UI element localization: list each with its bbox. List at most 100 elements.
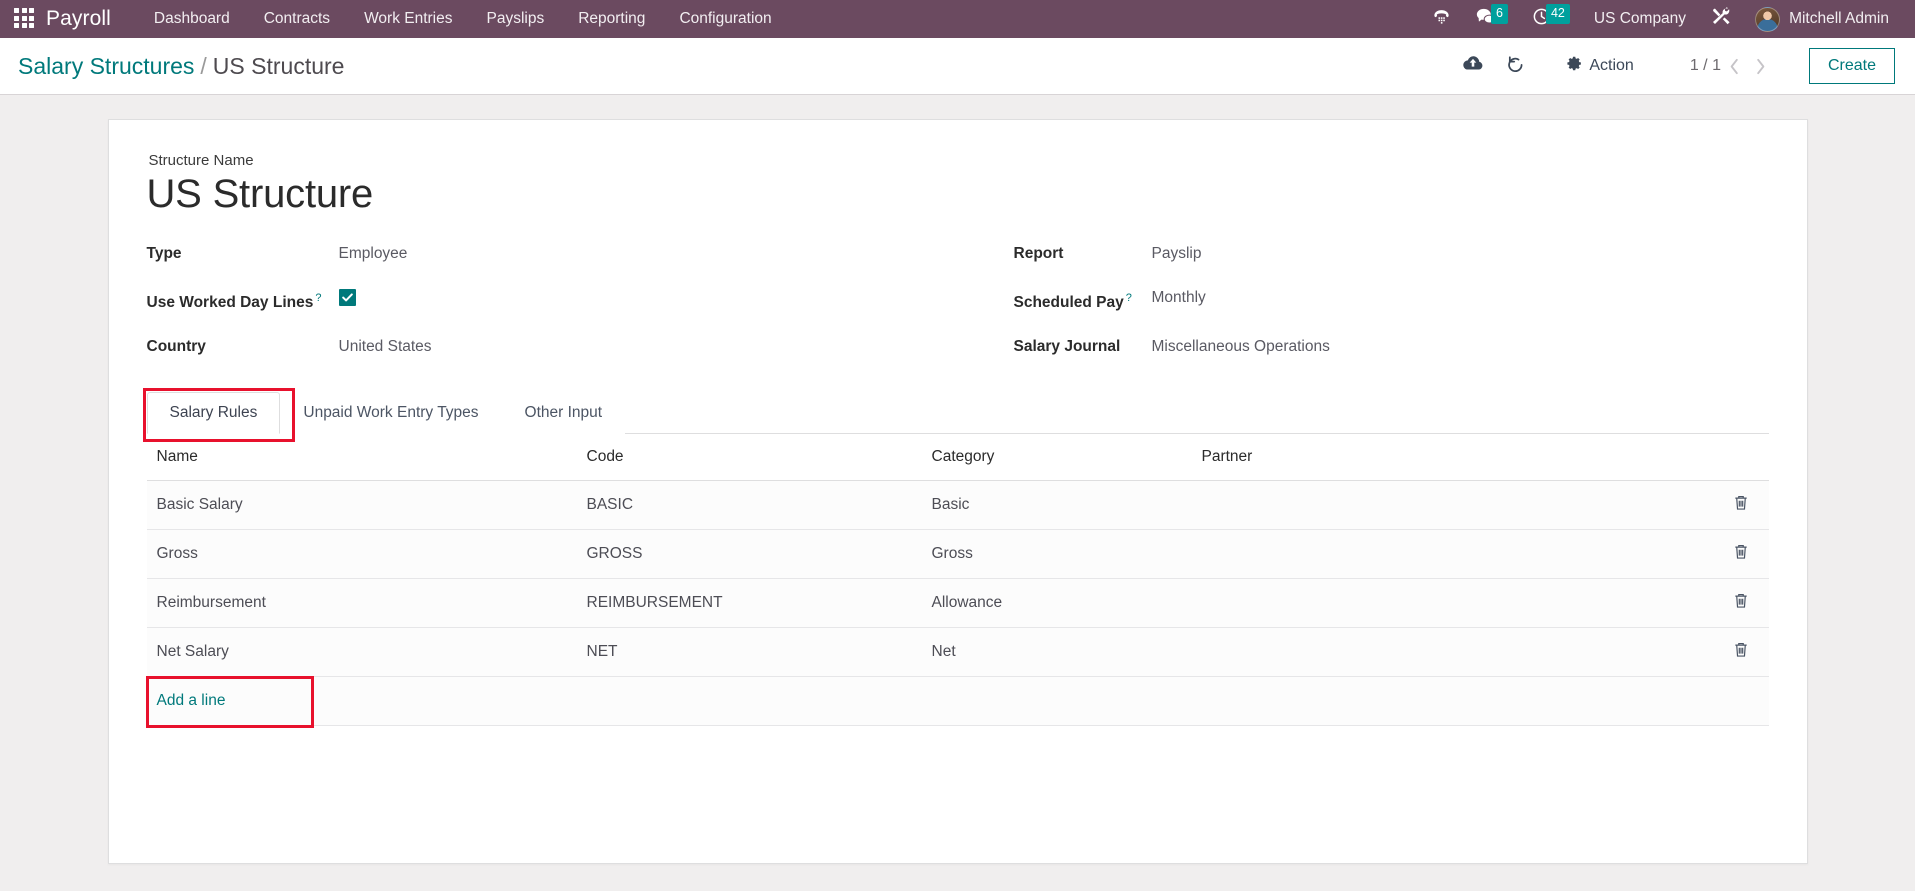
column-header-partner[interactable]: Partner: [1191, 434, 1717, 482]
cell-name[interactable]: Gross: [146, 529, 577, 580]
cell-code[interactable]: NET: [576, 627, 922, 678]
messages-button[interactable]: 6: [1463, 0, 1520, 38]
notebook: Salary Rules Unpaid Work Entry Types Oth…: [142, 388, 1769, 813]
breadcrumb-current: US Structure: [212, 52, 345, 79]
action-menu-label: Action: [1589, 57, 1634, 74]
user-menu[interactable]: Mitchell Admin: [1743, 0, 1901, 38]
field-value-country[interactable]: United States: [339, 336, 432, 358]
structure-name-label: Structure Name: [148, 152, 254, 169]
cell-partner[interactable]: [1191, 578, 1717, 629]
tab-unpaid-work-entry-types[interactable]: Unpaid Work Entry Types: [280, 392, 502, 435]
table-row[interactable]: Net Salary NET Net: [146, 627, 1769, 678]
chevron-right-icon[interactable]: [1748, 51, 1775, 81]
developer-tools-button[interactable]: [1698, 0, 1743, 38]
tab-other-input[interactable]: Other Input: [501, 392, 626, 435]
chevron-left-icon[interactable]: [1721, 51, 1748, 81]
table-row[interactable]: Basic Salary BASIC Basic: [146, 480, 1769, 531]
voip-dialpad-button[interactable]: [1420, 0, 1463, 38]
field-label-report: Report: [1013, 245, 1064, 262]
add-line-row: Add a line: [145, 676, 1769, 729]
trash-icon[interactable]: [1733, 494, 1749, 516]
phone-dialpad-icon: [1432, 7, 1451, 31]
field-label-type: Type: [146, 245, 182, 262]
field-value-type[interactable]: Employee: [339, 243, 408, 265]
cell-category[interactable]: Basic: [921, 480, 1192, 531]
menu-item-reporting[interactable]: Reporting: [561, 0, 662, 38]
menu-item-contracts[interactable]: Contracts: [247, 0, 347, 38]
cell-category[interactable]: Net: [921, 627, 1192, 678]
structure-name-value[interactable]: US Structure: [147, 171, 1769, 217]
field-label-scheduled-pay: Scheduled Pay?: [1014, 287, 1152, 314]
add-line-cell: Add a line: [145, 676, 1769, 729]
activities-count-badge: 42: [1545, 4, 1570, 24]
column-header-name[interactable]: Name: [146, 434, 577, 482]
trash-icon[interactable]: [1733, 592, 1749, 614]
cell-name[interactable]: Basic Salary: [146, 480, 577, 531]
menu-item-payslips[interactable]: Payslips: [470, 0, 562, 38]
pager: 1 / 1: [1690, 51, 1775, 81]
field-value-salary-journal[interactable]: Miscellaneous Operations: [1152, 336, 1330, 358]
salary-rules-table: Name Code Category Partner Basic Salary …: [145, 434, 1769, 729]
form-right-column: Report Payslip Scheduled Pay? Monthly Sa…: [958, 243, 1769, 380]
pager-count: 1 / 1: [1689, 57, 1721, 74]
menu-item-configuration[interactable]: Configuration: [662, 0, 788, 38]
cell-delete: [1716, 529, 1769, 580]
tab-salary-rules[interactable]: Salary Rules: [146, 392, 281, 435]
trash-icon[interactable]: [1733, 641, 1749, 663]
table-row[interactable]: Reimbursement REIMBURSEMENT Allowance: [146, 578, 1769, 629]
form-left-column: Type Employee Use Worked Day Lines? Coun…: [147, 243, 958, 380]
cell-code[interactable]: BASIC: [576, 480, 922, 531]
cell-delete: [1716, 480, 1769, 531]
field-label-salary-journal: Salary Journal: [1013, 338, 1121, 356]
cell-partner[interactable]: [1191, 529, 1717, 580]
cell-delete: [1716, 627, 1769, 678]
cell-partner[interactable]: [1191, 480, 1717, 531]
app-brand-payroll[interactable]: Payroll: [46, 7, 111, 31]
discard-changes-button[interactable]: [1494, 47, 1536, 85]
company-switcher[interactable]: US Company: [1582, 0, 1698, 38]
menu-item-dashboard[interactable]: Dashboard: [137, 0, 247, 38]
control-panel: Salary Structures / US Structure Action …: [0, 38, 1915, 95]
cell-delete: [1716, 578, 1769, 629]
field-row-report: Report Payslip: [1014, 243, 1769, 265]
current-user-label: Mitchell Admin: [1789, 10, 1889, 27]
create-button[interactable]: Create: [1808, 48, 1895, 84]
menu-item-work-entries[interactable]: Work Entries: [347, 0, 469, 38]
column-header-code[interactable]: Code: [576, 434, 922, 482]
save-record-button[interactable]: [1452, 47, 1494, 85]
notebook-tabs: Salary Rules Unpaid Work Entry Types Oth…: [142, 388, 1769, 443]
activities-button[interactable]: 42: [1520, 0, 1582, 38]
apps-grid-icon[interactable]: [14, 8, 36, 30]
trash-icon[interactable]: [1733, 543, 1749, 565]
form-view-background: Structure Name US Structure Type Employe…: [0, 95, 1915, 891]
use-worked-day-lines-checkbox[interactable]: [338, 289, 356, 306]
current-company-label: US Company: [1593, 10, 1687, 27]
cell-name[interactable]: Reimbursement: [146, 578, 577, 629]
avatar: [1755, 6, 1781, 32]
cell-name[interactable]: Net Salary: [146, 627, 577, 678]
field-value-report[interactable]: Payslip: [1152, 243, 1202, 265]
cell-category[interactable]: Allowance: [921, 578, 1192, 629]
action-menu-button[interactable]: Action: [1554, 55, 1645, 77]
breadcrumb-parent-link[interactable]: Salary Structures: [18, 53, 194, 79]
cell-code[interactable]: GROSS: [576, 529, 922, 580]
cell-category[interactable]: Gross: [921, 529, 1192, 580]
field-row-type: Type Employee: [147, 243, 958, 265]
field-label-text: Use Worked Day Lines: [146, 294, 314, 312]
help-tooltip-icon[interactable]: ?: [1126, 292, 1132, 304]
field-value-scheduled-pay[interactable]: Monthly: [1152, 287, 1206, 309]
column-header-category[interactable]: Category: [921, 434, 1192, 482]
add-a-line-button[interactable]: Add a line: [147, 677, 236, 725]
main-menu: Dashboard Contracts Work Entries Payslip…: [137, 0, 789, 38]
table-head: Name Code Category Partner: [146, 434, 1769, 482]
control-panel-actions: Action 1 / 1 Create: [1452, 47, 1895, 85]
cell-code[interactable]: REIMBURSEMENT: [576, 578, 922, 629]
form-sheet: Structure Name US Structure Type Employe…: [107, 119, 1808, 864]
gear-icon: [1566, 55, 1583, 77]
field-row-use-worked-day-lines: Use Worked Day Lines?: [147, 287, 958, 314]
table-row[interactable]: Gross GROSS Gross: [146, 529, 1769, 580]
field-row-country: Country United States: [147, 336, 958, 358]
help-tooltip-icon[interactable]: ?: [315, 292, 321, 304]
cell-partner[interactable]: [1191, 627, 1717, 678]
table-footer-space: [146, 726, 1769, 813]
